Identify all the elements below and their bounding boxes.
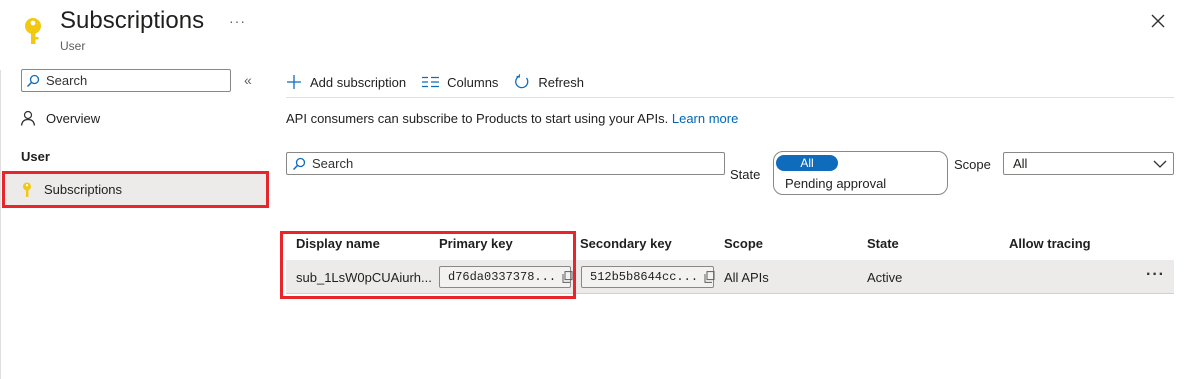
secondary-key-field: 512b5b8644cc... [581, 266, 715, 288]
state-option-all[interactable]: All [776, 155, 838, 171]
columns-label: Columns [447, 74, 499, 90]
column-header-state[interactable]: State [867, 236, 899, 251]
nav-item-label: Overview [46, 110, 101, 126]
search-icon [26, 74, 40, 88]
nav-search-input[interactable] [46, 73, 216, 88]
info-message: API consumers can subscribe to Products … [286, 111, 669, 126]
refresh-icon [514, 74, 530, 90]
refresh-label: Refresh [538, 74, 584, 90]
more-actions-button[interactable]: ··· [229, 13, 246, 29]
toolbar: Add subscription Columns Refresh [286, 71, 584, 93]
cell-scope: All APIs [724, 270, 769, 285]
secondary-key-value: 512b5b8644cc... [590, 270, 699, 284]
left-border [0, 70, 1, 379]
column-header-allow-tracing[interactable]: Allow tracing [1009, 236, 1091, 251]
add-subscription-button[interactable]: Add subscription [286, 74, 406, 90]
toolbar-divider [286, 97, 1174, 98]
column-header-secondary-key[interactable]: Secondary key [580, 236, 672, 251]
columns-button[interactable]: Columns [422, 75, 498, 90]
column-header-scope[interactable]: Scope [724, 236, 763, 251]
row-more-button[interactable]: ··· [1146, 266, 1165, 284]
page-title: Subscriptions [60, 7, 205, 34]
scope-select-value: All [1013, 156, 1028, 171]
filter-search-box[interactable] [286, 152, 725, 175]
info-text: API consumers can subscribe to Products … [286, 111, 738, 126]
refresh-button[interactable]: Refresh [514, 74, 584, 90]
nav-item-overview[interactable]: Overview [20, 107, 260, 129]
plus-icon [286, 74, 302, 90]
nav-section-heading: User [21, 149, 50, 164]
highlight-box [280, 231, 576, 299]
add-subscription-label: Add subscription [310, 74, 407, 90]
search-icon [292, 157, 306, 171]
columns-icon [422, 76, 440, 88]
filter-search-input[interactable] [312, 156, 712, 171]
scope-filter-label: Scope [954, 157, 991, 172]
page-subtitle: User [60, 39, 86, 53]
collapse-nav-button[interactable]: « [244, 72, 252, 88]
scope-select[interactable]: All [1003, 152, 1174, 175]
highlight-box [2, 171, 269, 208]
close-icon[interactable] [1149, 12, 1167, 30]
person-icon [20, 110, 36, 126]
key-icon [22, 16, 44, 46]
copy-icon[interactable] [704, 271, 715, 283]
cell-state: Active [867, 270, 903, 285]
learn-more-link[interactable]: Learn more [672, 111, 738, 126]
state-filter-label: State [730, 167, 761, 182]
state-option-pending[interactable]: Pending approval [785, 176, 886, 191]
nav-search-box[interactable] [21, 69, 231, 92]
chevron-down-icon [1153, 160, 1167, 168]
